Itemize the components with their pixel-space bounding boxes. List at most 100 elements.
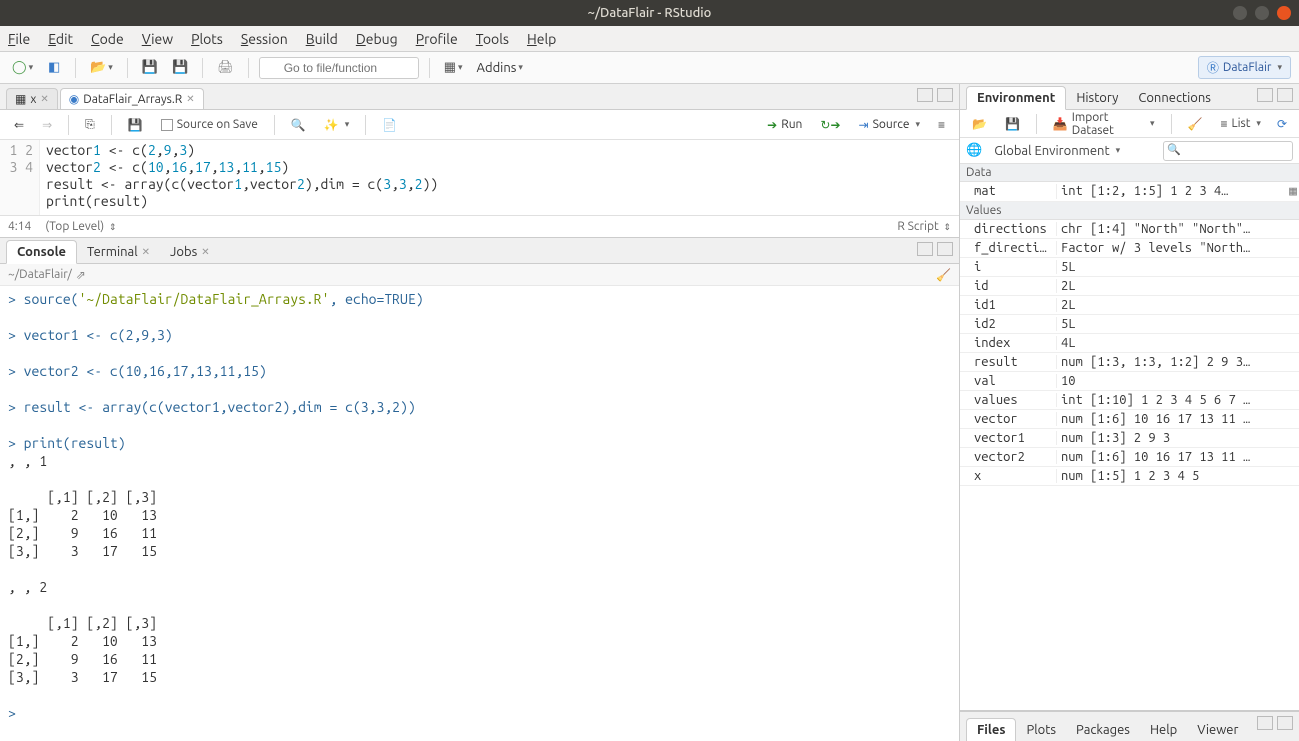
- env-variable-row[interactable]: matint [1:2, 1:5] 1 2 3 4…▦: [960, 182, 1299, 202]
- env-variable-row[interactable]: vectornum [1:6] 10 16 17 13 11 …: [960, 410, 1299, 429]
- tab-console[interactable]: Console: [6, 240, 77, 264]
- save-button[interactable]: 💾: [138, 57, 162, 79]
- run-button[interactable]: ➔ Run: [761, 116, 808, 134]
- env-section-header: Values: [960, 202, 1299, 220]
- find-replace-button[interactable]: 🔍: [285, 116, 312, 134]
- tab-files[interactable]: Files: [966, 718, 1016, 741]
- window-close-button[interactable]: [1277, 6, 1291, 20]
- pane-minimize-button[interactable]: [1257, 716, 1273, 730]
- scope-selector[interactable]: (Top Level) ⇕: [45, 220, 116, 233]
- console-output[interactable]: > source('~/DataFlair/DataFlair_Arrays.R…: [0, 286, 959, 741]
- clear-console-button[interactable]: 🧹: [936, 268, 951, 282]
- tab-plots[interactable]: Plots: [1016, 719, 1066, 741]
- language-selector[interactable]: R Script ⇕: [897, 220, 951, 233]
- rerun-button[interactable]: ↻➔: [814, 116, 846, 134]
- source-tab-x[interactable]: ▦ x ✕: [6, 88, 58, 109]
- tab-help[interactable]: Help: [1140, 719, 1187, 741]
- save-script-button[interactable]: 💾: [122, 116, 149, 134]
- addins-dropdown[interactable]: Addins ▾: [473, 57, 527, 79]
- code-editor[interactable]: 1 2 3 4 vector1 <- c(2,9,3) vector2 <- c…: [0, 140, 959, 215]
- env-variable-row[interactable]: val10: [960, 372, 1299, 391]
- project-dropdown[interactable]: Ⓡ DataFlair ▾: [1198, 56, 1291, 79]
- source-on-save-checkbox[interactable]: Source on Save: [155, 116, 264, 133]
- tab-terminal[interactable]: Terminal ✕: [77, 241, 160, 263]
- window-maximize-button[interactable]: [1255, 6, 1269, 20]
- save-all-button[interactable]: 💾: [168, 57, 192, 79]
- pane-minimize-button[interactable]: [917, 88, 933, 102]
- env-variable-row[interactable]: f_directi…Factor w/ 3 levels "North…: [960, 239, 1299, 258]
- forward-button[interactable]: ⇒: [36, 116, 58, 134]
- menu-tools[interactable]: Tools: [476, 31, 509, 47]
- menu-debug[interactable]: Debug: [356, 31, 398, 47]
- tab-connections[interactable]: Connections: [1128, 87, 1221, 109]
- pane-maximize-button[interactable]: [1277, 716, 1293, 730]
- new-project-button[interactable]: ◧: [43, 57, 65, 79]
- console-pane: Console Terminal ✕ Jobs ✕ ~/DataFlair/ ⇗…: [0, 238, 959, 741]
- pane-maximize-button[interactable]: [937, 88, 953, 102]
- view-mode-dropdown[interactable]: ≡ List ▾: [1214, 115, 1267, 133]
- main-toolbar: ◯▾ ◧ 📂▾ 💾 💾 🖨 ➜ ▦▾ Addins ▾ Ⓡ DataFlair …: [0, 52, 1299, 84]
- tab-environment[interactable]: Environment: [966, 86, 1066, 110]
- code-tools-button[interactable]: ✨▾: [318, 116, 355, 134]
- environment-pane: Environment History Connections 📂 💾 📥 Im…: [960, 84, 1299, 711]
- pane-minimize-button[interactable]: [917, 242, 933, 256]
- compile-report-button[interactable]: 📄: [376, 116, 403, 134]
- load-workspace-button[interactable]: 📂: [966, 115, 993, 133]
- env-variable-row[interactable]: resultnum [1:3, 1:3, 1:2] 2 9 3…: [960, 353, 1299, 372]
- menu-view[interactable]: View: [142, 31, 173, 47]
- menu-session[interactable]: Session: [241, 31, 288, 47]
- outline-button[interactable]: ≡: [932, 116, 951, 134]
- env-variable-row[interactable]: index4L: [960, 334, 1299, 353]
- env-variable-grid[interactable]: Datamatint [1:2, 1:5] 1 2 3 4…▦Valuesdir…: [960, 164, 1299, 710]
- env-search-input[interactable]: [1163, 141, 1293, 161]
- window-minimize-button[interactable]: [1233, 6, 1247, 20]
- source-button[interactable]: ⇥ Source ▾: [853, 116, 926, 134]
- pane-minimize-button[interactable]: [1257, 88, 1273, 102]
- import-dataset-dropdown[interactable]: 📥 Import Dataset ▾: [1047, 109, 1161, 139]
- expand-icon[interactable]: ▦: [1287, 184, 1299, 199]
- env-variable-row[interactable]: i5L: [960, 258, 1299, 277]
- cursor-position: 4:14: [8, 220, 31, 233]
- menu-profile[interactable]: Profile: [416, 31, 458, 47]
- env-variable-row[interactable]: xnum [1:5] 1 2 3 4 5: [960, 467, 1299, 486]
- pane-maximize-button[interactable]: [1277, 88, 1293, 102]
- clear-workspace-button[interactable]: 🧹: [1182, 115, 1209, 133]
- tab-viewer[interactable]: Viewer: [1187, 719, 1248, 741]
- tab-jobs[interactable]: Jobs ✕: [160, 241, 220, 263]
- menu-edit[interactable]: Edit: [48, 31, 73, 47]
- open-file-button[interactable]: 📂▾: [86, 57, 117, 79]
- menu-file[interactable]: File: [8, 31, 30, 47]
- show-in-new-window-button[interactable]: ⎘: [79, 116, 101, 134]
- env-variable-row[interactable]: vector2num [1:6] 10 16 17 13 11 …: [960, 448, 1299, 467]
- tab-history[interactable]: History: [1066, 87, 1128, 109]
- menu-build[interactable]: Build: [306, 31, 338, 47]
- close-icon[interactable]: ✕: [186, 93, 194, 105]
- env-variable-row[interactable]: valuesint [1:10] 1 2 3 4 5 6 7 …: [960, 391, 1299, 410]
- scope-dropdown[interactable]: Global Environment ▾: [988, 142, 1126, 160]
- menu-plots[interactable]: Plots: [191, 31, 223, 47]
- env-tabs: Environment History Connections: [960, 84, 1299, 110]
- save-workspace-button[interactable]: 💾: [999, 115, 1026, 133]
- pane-maximize-button[interactable]: [937, 242, 953, 256]
- tab-packages[interactable]: Packages: [1066, 719, 1140, 741]
- env-variable-row[interactable]: id25L: [960, 315, 1299, 334]
- env-variable-row[interactable]: id12L: [960, 296, 1299, 315]
- menu-help[interactable]: Help: [527, 31, 556, 47]
- popup-icon[interactable]: ⇗: [76, 268, 86, 282]
- source-tab-dataflair-arrays[interactable]: ◉ DataFlair_Arrays.R ✕: [60, 88, 204, 109]
- env-toolbar: 📂 💾 📥 Import Dataset ▾ 🧹 ≡ List ▾ ⟳: [960, 110, 1299, 138]
- source-toolbar: ⇐ ⇒ ⎘ 💾 Source on Save 🔍 ✨▾ 📄 ➔ Run ↻➔: [0, 110, 959, 140]
- new-file-button[interactable]: ◯▾: [8, 57, 37, 79]
- env-variable-row[interactable]: vector1num [1:3] 2 9 3: [960, 429, 1299, 448]
- print-button[interactable]: 🖨: [213, 57, 238, 79]
- workspace-panes-button[interactable]: ▦▾: [440, 57, 467, 79]
- goto-file-function-input[interactable]: [259, 57, 419, 79]
- back-button[interactable]: ⇐: [8, 116, 30, 134]
- files-pane-tabs: Files Plots Packages Help Viewer: [960, 711, 1299, 741]
- env-variable-row[interactable]: directionschr [1:4] "North" "North"…: [960, 220, 1299, 239]
- close-icon[interactable]: ✕: [40, 93, 48, 105]
- menubar: File Edit Code View Plots Session Build …: [0, 26, 1299, 52]
- menu-code[interactable]: Code: [91, 31, 124, 47]
- refresh-button[interactable]: ⟳: [1271, 115, 1293, 133]
- env-variable-row[interactable]: id2L: [960, 277, 1299, 296]
